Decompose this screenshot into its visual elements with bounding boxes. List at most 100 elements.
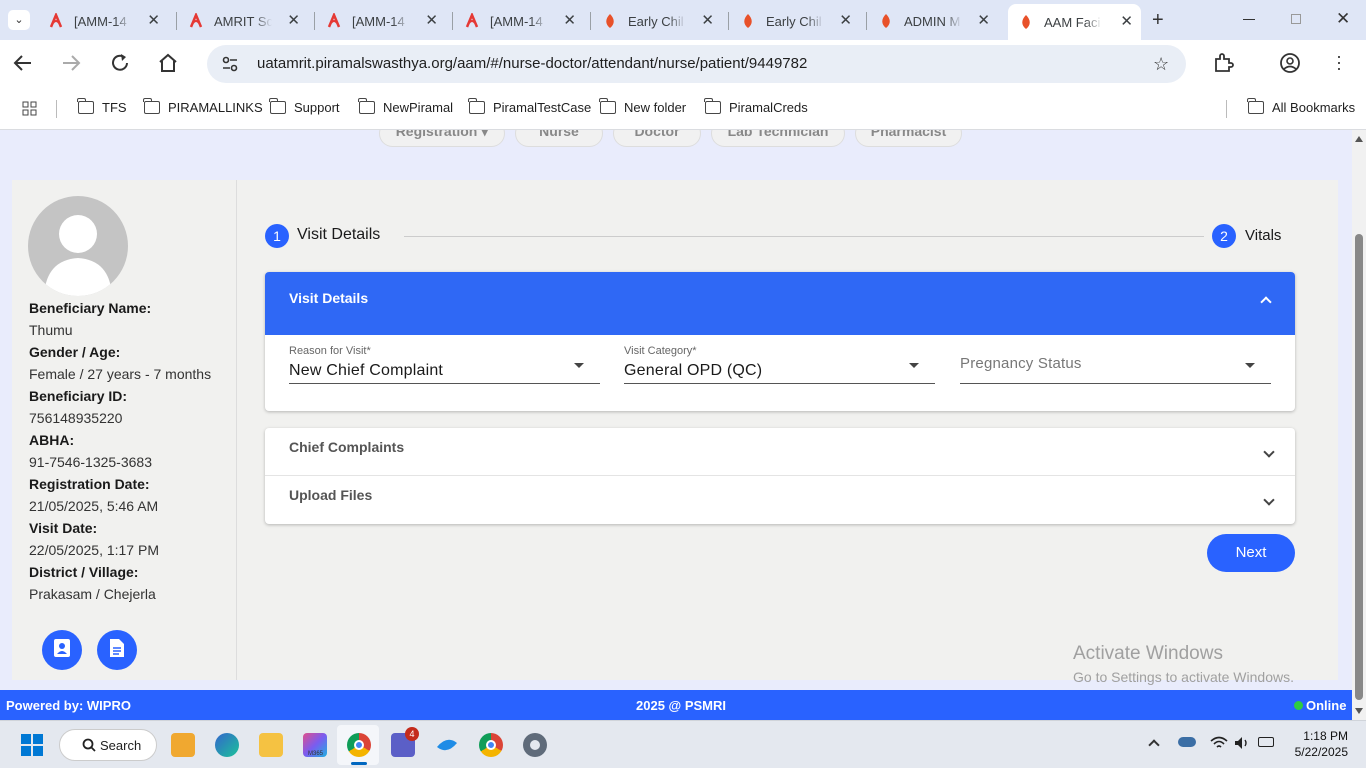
reload-icon[interactable] (109, 52, 131, 79)
watermark-subtitle: Go to Settings to activate Windows. (1073, 669, 1294, 685)
edge-icon[interactable] (215, 733, 239, 757)
folder-icon (468, 98, 485, 114)
scroll-thumb[interactable] (1355, 234, 1363, 700)
chevron-up-icon[interactable] (1148, 739, 1160, 751)
reason-for-visit-select[interactable]: Reason for Visit* New Chief Complaint (289, 345, 600, 384)
next-button[interactable]: Next (1207, 534, 1295, 572)
store-icon[interactable] (171, 733, 195, 757)
role-tab-registration[interactable]: Registration ▾ (379, 130, 505, 147)
role-tab-pharmacist[interactable]: Pharmacist (855, 130, 962, 147)
chevron-up-icon[interactable] (1260, 296, 1272, 308)
leaf-logo-icon (878, 13, 894, 29)
browser-tab-active[interactable]: AAM Faci ✕ (1008, 4, 1141, 40)
browser-tab[interactable]: [AMM-14 ✕ (454, 6, 584, 36)
bookmark-folder[interactable]: NewPiramal (358, 98, 453, 115)
district-village-label: District / Village: (29, 564, 139, 580)
url-text[interactable]: uatamrit.piramalswasthya.org/aam/#/nurse… (257, 55, 807, 72)
visit-category-select[interactable]: Visit Category* General OPD (QC) (624, 345, 935, 384)
field-value: New Chief Complaint (289, 362, 444, 379)
folder-icon (704, 98, 721, 114)
folder-icon (358, 98, 375, 114)
m365-copilot-icon[interactable]: M365 (303, 733, 327, 757)
profile-icon[interactable] (1279, 52, 1301, 79)
bookmark-folder[interactable]: PIRAMALLINKS (143, 98, 263, 115)
visit-details-header[interactable]: Visit Details (265, 272, 1295, 335)
close-icon[interactable]: ✕ (839, 13, 852, 29)
zscaler-icon[interactable] (435, 733, 459, 757)
role-tab-lab-technician[interactable]: Lab Technician (711, 130, 845, 147)
site-settings-icon[interactable] (221, 55, 239, 78)
bookmark-label: All Bookmarks (1272, 100, 1356, 115)
browser-tab[interactable]: ADMIN M ✕ (868, 6, 998, 36)
close-icon[interactable]: ✕ (977, 13, 990, 29)
step-1-number[interactable]: 1 (265, 224, 289, 248)
role-label: Pharmacist (870, 130, 947, 139)
tab-search-icon[interactable]: ⌄ (8, 10, 30, 30)
role-tab-doctor[interactable]: Doctor (613, 130, 701, 147)
page-scrollbar[interactable] (1352, 130, 1366, 720)
apps-grid-icon[interactable] (22, 101, 38, 122)
folder-icon (77, 98, 94, 114)
all-bookmarks[interactable]: All Bookmarks (1247, 98, 1356, 115)
bookmark-folder[interactable]: PiramalCreds (704, 98, 808, 115)
amrit-logo-icon (188, 13, 204, 29)
district-village: Prakasam / Chejerla (29, 586, 156, 602)
pregnancy-status-select[interactable]: Pregnancy Status (960, 345, 1271, 384)
extensions-icon[interactable] (1212, 52, 1234, 79)
step-1-label[interactable]: Visit Details (297, 226, 380, 244)
profile-card-button[interactable] (42, 630, 82, 670)
star-icon[interactable]: ☆ (1153, 54, 1169, 75)
battery-icon[interactable] (1258, 737, 1274, 747)
onedrive-icon[interactable] (1178, 737, 1196, 747)
page-content: Registration ▾ Nurse Doctor Lab Technici… (0, 130, 1352, 690)
chief-complaints-section[interactable]: Chief Complaints (265, 428, 1295, 476)
bookmark-folder[interactable]: PiramalTestCase (468, 98, 591, 115)
browser-tab[interactable]: Early Chil ✕ (730, 6, 860, 36)
settings-gear-icon[interactable] (523, 733, 547, 757)
window-close-icon[interactable]: ✕ (1336, 9, 1350, 29)
taskbar-search[interactable]: Search (59, 729, 157, 761)
amrit-logo-icon (326, 13, 342, 29)
browser-tab[interactable]: AMRIT Sc ✕ (178, 6, 308, 36)
forward-icon[interactable] (60, 52, 82, 79)
close-icon[interactable]: ✕ (147, 13, 160, 29)
tab-title: Early Chil (766, 13, 822, 29)
wifi-icon[interactable] (1210, 735, 1228, 756)
close-icon[interactable]: ✕ (1120, 14, 1133, 30)
menu-icon[interactable]: · · · (1336, 47, 1342, 77)
step-2-label[interactable]: Vitals (1245, 227, 1281, 244)
minimize-icon[interactable] (1243, 19, 1255, 20)
file-explorer-icon[interactable] (259, 733, 283, 757)
bookmark-folder[interactable]: Support (269, 98, 340, 115)
close-icon[interactable]: ✕ (425, 13, 438, 29)
windows-start-icon[interactable] (20, 733, 44, 762)
home-icon[interactable] (157, 52, 179, 79)
step-2-number[interactable]: 2 (1212, 224, 1236, 248)
close-icon[interactable]: ✕ (701, 13, 714, 29)
visit-details-panel: Visit Details Reason for Visit* New Chie… (265, 272, 1295, 411)
visit-date: 22/05/2025, 1:17 PM (29, 542, 159, 558)
beneficiary-name: Thumu (29, 322, 73, 338)
new-tab-icon[interactable]: + (1152, 9, 1164, 32)
teams-icon[interactable]: 4 (391, 727, 419, 757)
restore-icon[interactable] (1291, 14, 1301, 24)
chrome-icon[interactable] (347, 733, 371, 757)
bookmark-folder[interactable]: New folder (599, 98, 686, 115)
browser-tab[interactable]: Early Chil ✕ (592, 6, 722, 36)
scroll-down-icon[interactable] (1355, 708, 1363, 714)
address-bar[interactable]: uatamrit.piramalswasthya.org/aam/#/nurse… (207, 45, 1186, 83)
browser-tab[interactable]: [AMM-14 ✕ (38, 6, 168, 36)
role-label: Registration (395, 130, 478, 139)
browser-tab[interactable]: [AMM-14 ✕ (316, 6, 446, 36)
scroll-up-icon[interactable] (1355, 136, 1363, 142)
chrome-icon[interactable] (479, 733, 503, 757)
back-icon[interactable] (12, 52, 34, 79)
upload-files-section[interactable]: Upload Files (265, 476, 1295, 524)
role-tab-nurse[interactable]: Nurse (515, 130, 603, 147)
close-icon[interactable]: ✕ (287, 13, 300, 29)
close-icon[interactable]: ✕ (563, 13, 576, 29)
case-sheet-button[interactable] (97, 630, 137, 670)
volume-icon[interactable] (1234, 736, 1250, 755)
bookmark-folder[interactable]: TFS (77, 98, 127, 115)
clock[interactable]: 1:18 PM 5/22/2025 (1290, 729, 1348, 759)
